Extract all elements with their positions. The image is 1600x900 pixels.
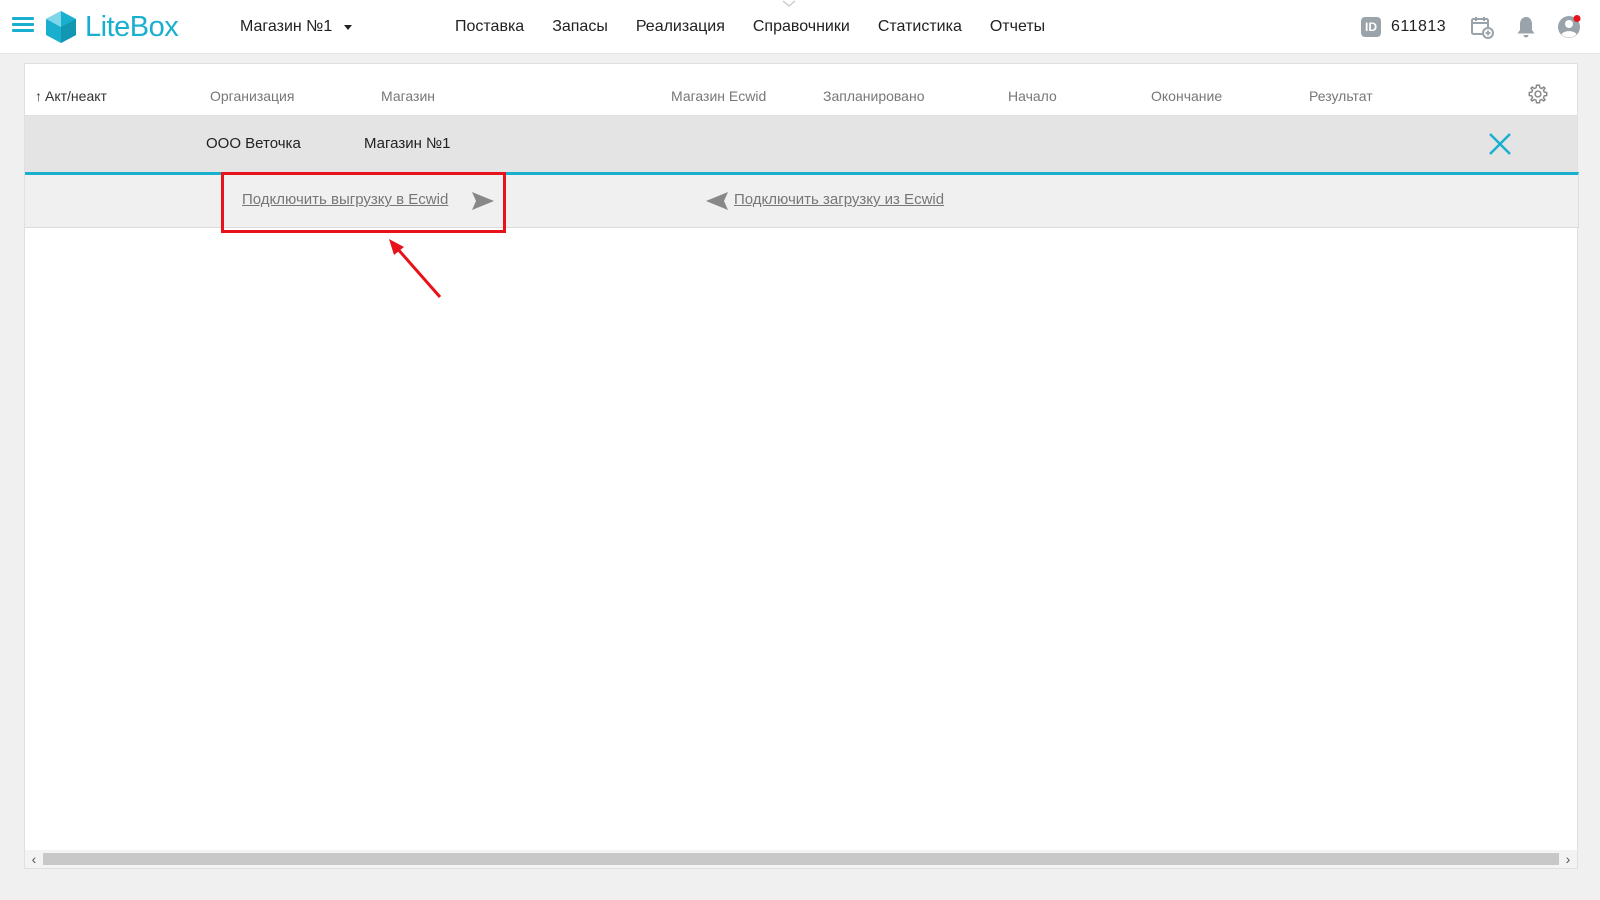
scroll-right-button[interactable]: › [1559, 850, 1577, 868]
scroll-left-button[interactable]: ‹ [25, 850, 43, 868]
store-selector[interactable]: Магазин №1 [240, 18, 353, 36]
connect-import-ecwid-link[interactable]: Подключить загрузку из Ecwid [734, 191, 944, 208]
row-store: Магазин №1 [364, 135, 451, 152]
horizontal-scrollbar[interactable]: ‹ › [25, 850, 1577, 868]
column-end[interactable]: Окончание [1151, 88, 1222, 104]
column-organization[interactable]: Организация [210, 88, 294, 104]
calendar-add-icon[interactable] [1469, 14, 1495, 40]
nav-reports[interactable]: Отчеты [990, 18, 1045, 36]
bell-icon[interactable] [1513, 14, 1539, 40]
nav-statistics[interactable]: Статистика [878, 18, 962, 36]
nav-sales[interactable]: Реализация [636, 18, 725, 36]
litebox-logo-icon [46, 11, 76, 43]
caret-down-icon [344, 24, 353, 30]
main-nav: Поставка Запасы Реализация Справочники С… [455, 18, 1073, 36]
column-result[interactable]: Результат [1309, 88, 1373, 104]
store-selector-label: Магазин №1 [240, 18, 333, 35]
connect-export-ecwid-link[interactable]: Подключить выгрузку в Ecwid [242, 191, 448, 208]
nav-references[interactable]: Справочники [753, 18, 850, 36]
hamburger-menu-icon[interactable] [12, 17, 34, 37]
gear-icon[interactable] [1527, 83, 1549, 105]
top-bar: LiteBox Магазин №1 Поставка Запасы Реали… [0, 0, 1600, 54]
nav-supply[interactable]: Поставка [455, 18, 524, 36]
user-avatar-icon[interactable] [1556, 14, 1582, 40]
account-id: ID 611813 [1361, 17, 1446, 37]
table-row[interactable]: ООО Веточка Магазин №1 [25, 116, 1577, 172]
column-start[interactable]: Начало [1008, 88, 1057, 104]
column-store[interactable]: Магазин [381, 88, 435, 104]
scrollbar-thumb[interactable] [43, 853, 1559, 865]
row-expanded-actions: Подключить выгрузку в Ecwid Подключить з… [25, 172, 1579, 228]
litebox-logo[interactable]: LiteBox [45, 9, 179, 45]
logo-text: LiteBox [85, 10, 179, 43]
chevron-down-icon[interactable] [782, 0, 796, 8]
integrations-panel: ↑ Акт/неакт Организация Магазин Магазин E… [24, 63, 1579, 869]
close-icon[interactable] [1487, 131, 1513, 157]
id-badge-icon: ID [1361, 17, 1381, 37]
column-ecwid-store[interactable]: Магазин Ecwid [671, 88, 766, 104]
nav-stock[interactable]: Запасы [552, 18, 608, 36]
column-scheduled[interactable]: Запланировано [823, 88, 925, 104]
sort-arrow-up-icon: ↑ [35, 88, 42, 104]
table-header: ↑ Акт/неакт Организация Магазин Магазин E… [25, 64, 1577, 116]
row-organization: ООО Веточка [206, 135, 301, 152]
send-arrow-right-icon[interactable] [471, 191, 495, 211]
account-id-value: 611813 [1391, 18, 1447, 35]
column-active[interactable]: ↑ Акт/неакт [35, 88, 107, 104]
receive-arrow-left-icon[interactable] [705, 191, 729, 211]
column-active-label: Акт/неакт [45, 88, 107, 104]
